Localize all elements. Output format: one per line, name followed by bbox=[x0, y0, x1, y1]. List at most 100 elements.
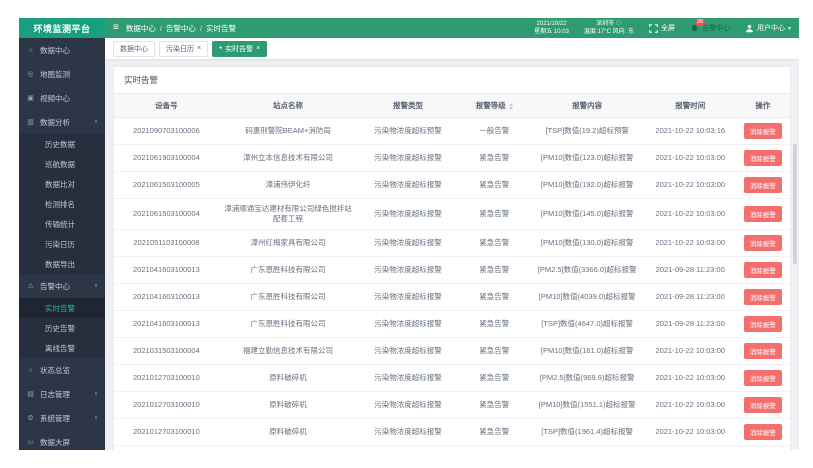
sidebar-subitem-data-compare[interactable]: 数据比对 bbox=[19, 174, 105, 194]
sidebar-subitem-pollution-calendar[interactable]: 污染日历 bbox=[19, 234, 105, 254]
device-cell: 2021090703100006 bbox=[114, 117, 219, 145]
menu-collapse-icon[interactable]: ≡ bbox=[113, 23, 119, 33]
sort-icon[interactable] bbox=[508, 102, 513, 110]
close-icon[interactable]: × bbox=[197, 45, 201, 52]
clear-alert-button[interactable]: 消除报警 bbox=[743, 262, 782, 278]
sidebar-item-log-management[interactable]: ▤ 日志管理 ∨ bbox=[19, 382, 105, 406]
column-header: 站点名称 bbox=[218, 94, 358, 118]
temp-wind-text: 温度:17°C 风向: 东 bbox=[583, 29, 634, 35]
time-cell: 2021-10-22 10:03:00 bbox=[644, 171, 736, 199]
sidebar-item-data-center[interactable]: ⌂ 数据中心 bbox=[19, 38, 105, 62]
table-row: 2021041603100013 广东恩胜科技有限公司 污染物浓度超标报警 紧急告警[… bbox=[114, 256, 790, 284]
sidebar-item-data-screen[interactable]: ▭ 数据大屏 bbox=[19, 430, 105, 450]
device-cell: 2021041603100013 bbox=[114, 310, 219, 338]
map-icon: ◎ bbox=[27, 71, 34, 78]
time-cell: 2021-09-28 11:23:00 bbox=[644, 310, 736, 338]
sidebar-item-data-analysis[interactable]: ▥ 数据分析 ∧ bbox=[19, 110, 105, 134]
breadcrumb-item[interactable]: 实时告警 bbox=[206, 23, 236, 34]
tab-data-center[interactable]: 数据中心 bbox=[113, 40, 155, 57]
level-cell: 紧急告警 bbox=[458, 391, 530, 419]
scrollbar[interactable] bbox=[793, 144, 797, 264]
clear-alert-button[interactable]: 消除报警 bbox=[743, 370, 782, 386]
table-row: 2021041603100013 广东恩胜科技有限公司 污染物浓度超标报警 紧急告警[… bbox=[114, 283, 790, 311]
sidebar-subitem-cruise-data[interactable]: 巡航数据 bbox=[19, 154, 105, 174]
column-header[interactable]: 报警等级 bbox=[458, 94, 530, 118]
sidebar-item-label: 数据分析 bbox=[40, 117, 70, 127]
action-cell: 消除报警 bbox=[735, 283, 790, 311]
clear-alert-button[interactable]: 消除报警 bbox=[743, 289, 782, 305]
sidebar-item-label: 数据大屏 bbox=[40, 437, 70, 447]
fullscreen-icon bbox=[649, 23, 658, 33]
sidebar-item-map-monitor[interactable]: ◎ 地图监测 bbox=[19, 62, 105, 86]
clear-alert-button[interactable]: 消除报警 bbox=[743, 206, 782, 222]
close-icon[interactable]: × bbox=[256, 45, 260, 52]
level-cell: 紧急告警 bbox=[458, 144, 530, 172]
clear-alert-button[interactable]: 消除报警 bbox=[743, 235, 782, 251]
alerts-table: 设备号 站点名称 报警类型 报警等级 报警内容 报警时间 操作 20210907031000… bbox=[114, 94, 790, 450]
app-logo: 环境监测平台 bbox=[19, 18, 105, 38]
type-cell: 污染物浓度超标报警 bbox=[357, 256, 459, 284]
sidebar-item-label: 告警中心 bbox=[40, 281, 70, 291]
station-cell: 福建立勤信息技术有限公司 bbox=[218, 337, 358, 365]
station-cell: 码惠刑警院BEAM+消防局 bbox=[218, 117, 358, 145]
bell-icon: ⚠ bbox=[27, 283, 34, 290]
clear-alert-button[interactable]: 消除报警 bbox=[743, 343, 782, 359]
fullscreen-button[interactable]: 全屏 bbox=[649, 23, 675, 33]
video-icon: ▣ bbox=[27, 95, 34, 102]
sidebar-subitem-history-data[interactable]: 历史数据 bbox=[19, 134, 105, 154]
clear-alert-button[interactable]: 消除报警 bbox=[743, 397, 782, 413]
sidebar-subitem-history-alert[interactable]: 历史告警 bbox=[19, 318, 105, 338]
time-cell: 2021-10-22 10:03:00 bbox=[644, 418, 736, 446]
station-cell: 广东恩胜科技有限公司 bbox=[218, 310, 358, 338]
clear-alert-button[interactable]: 消除报警 bbox=[743, 123, 782, 139]
sidebar-item-status-overview[interactable]: ○ 状态总览 bbox=[19, 358, 105, 382]
clear-alert-button[interactable]: 消除报警 bbox=[743, 150, 782, 166]
breadcrumb-item[interactable]: 告警中心 bbox=[166, 23, 196, 34]
time-cell: 2021-10-22 10:03:00 bbox=[644, 445, 736, 450]
alert-center-button[interactable]: 28 告警中心 bbox=[690, 18, 730, 33]
sidebar-subitem-offline-alert[interactable]: 离线告警 bbox=[19, 338, 105, 358]
column-header: 报警时间 bbox=[644, 94, 736, 118]
level-cell: 一般告警 bbox=[458, 117, 530, 145]
submenu-data-analysis: 历史数据 巡航数据 数据比对 检测排名 传输统计 污染日历 数据导出 bbox=[19, 134, 105, 274]
device-cell: 2021061503100005 bbox=[114, 171, 219, 199]
time-cell: 2021-10-22 10:03:00 bbox=[644, 337, 736, 365]
home-icon: ⌂ bbox=[28, 46, 33, 54]
type-cell: 污染物浓度超标报警 bbox=[357, 337, 459, 365]
type-cell: 污染物浓度超标报警 bbox=[357, 283, 459, 311]
clear-alert-button[interactable]: 消除报警 bbox=[743, 316, 782, 332]
header-tools: 2021/10/22 星期五 10:03 深圳市 ☁ 温度:17°C 风向: 东… bbox=[534, 18, 791, 36]
clear-alert-button[interactable]: 消除报警 bbox=[743, 424, 782, 440]
device-cell: 2021012703100010 bbox=[114, 391, 219, 419]
sidebar-item-alert-center[interactable]: ⚠ 告警中心 ∧ bbox=[19, 274, 105, 298]
type-cell: 污染物浓度超标报警 bbox=[357, 229, 459, 257]
user-center-button[interactable]: 用户中心 ▾ bbox=[745, 23, 791, 33]
tab-pollution-calendar[interactable]: 污染日历 × bbox=[159, 40, 209, 57]
clear-alert-button[interactable]: 消除报警 bbox=[743, 177, 782, 193]
type-cell: 污染物浓度超标报警 bbox=[357, 418, 459, 446]
level-cell: 紧急告警 bbox=[458, 229, 530, 257]
sidebar-item-label: 视频中心 bbox=[40, 93, 70, 103]
sidebar-subitem-detection-rank[interactable]: 检测排名 bbox=[19, 194, 105, 214]
sidebar-item-video-center[interactable]: ▣ 视频中心 bbox=[19, 86, 105, 110]
action-cell: 消除报警 bbox=[735, 364, 790, 392]
sidebar-subitem-data-export[interactable]: 数据导出 bbox=[19, 254, 105, 274]
tab-label: 实时告警 bbox=[225, 45, 254, 53]
device-cell: 2021012703100010 bbox=[114, 418, 219, 446]
breadcrumb-item[interactable]: 数据中心 bbox=[126, 23, 156, 34]
table-row: 2021090703100006 码惠刑警院BEAM+消防局 污染物浓度超标预警 一般… bbox=[114, 117, 790, 145]
tab-realtime-alert[interactable]: ● 实时告警 × bbox=[212, 40, 268, 57]
city-weather-text: 深圳市 ☁ bbox=[596, 21, 622, 27]
action-cell: 消除报警 bbox=[735, 171, 790, 199]
user-icon bbox=[746, 24, 753, 32]
station-cell: 漳州立本信息技术有限公司 bbox=[218, 144, 358, 172]
panel-title: 实时告警 bbox=[114, 67, 790, 94]
sidebar-subitem-realtime-alert[interactable]: 实时告警 bbox=[19, 298, 105, 318]
sidebar-item-system-management[interactable]: ⚙ 系统管理 ∨ bbox=[19, 406, 105, 430]
table-row: 2021051103100008 漳州红梅家具有限公司 污染物浓度超标报警 紧急告警[… bbox=[114, 229, 790, 257]
sidebar: 环境监测平台 ⌂ 数据中心 ◎ 地图监测 ▣ 视频中心 ▥ 数据分析 ∧ 历史数据 巡航数据 数据比对… bbox=[19, 18, 105, 450]
content-cell: [TSP]数值(19.2)超标预警 bbox=[529, 117, 645, 145]
type-cell: 污染物浓度超标报警 bbox=[357, 310, 459, 338]
table-row: 2021012703100010 原料破碎机 污染物浓度超标报警 紧急告警 [TSP]数… bbox=[114, 418, 790, 446]
sidebar-subitem-transfer-stats[interactable]: 传输统计 bbox=[19, 214, 105, 234]
